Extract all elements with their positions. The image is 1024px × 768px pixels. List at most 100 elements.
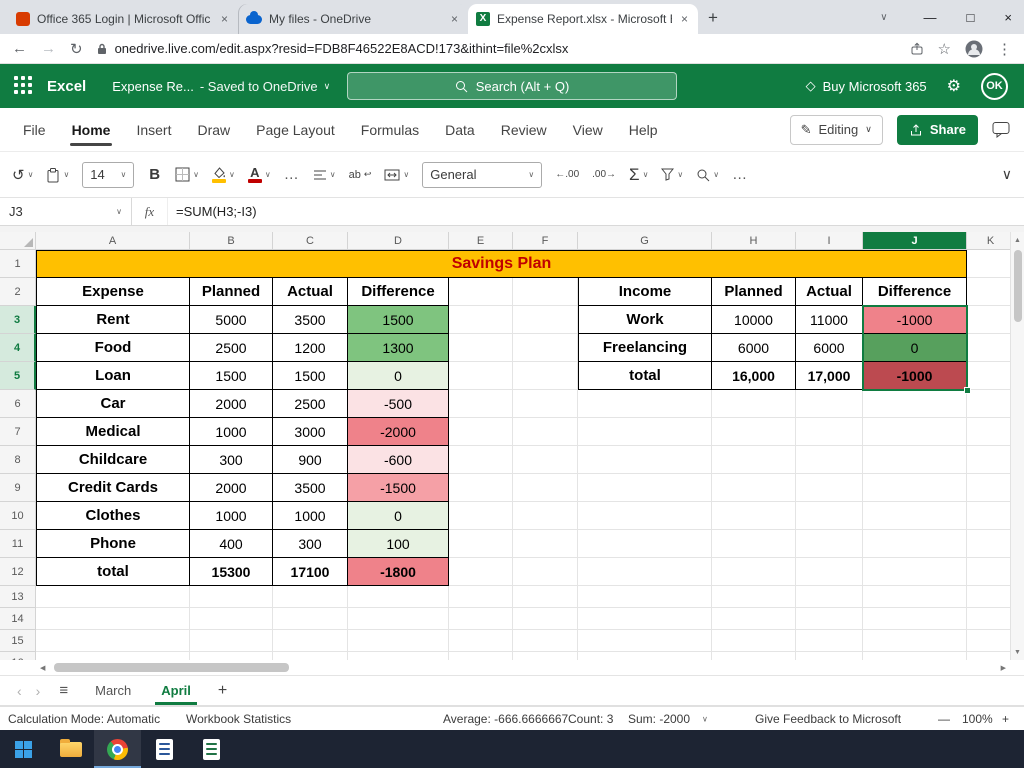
column-header-I[interactable]: I <box>796 232 863 250</box>
cell-D13[interactable] <box>348 586 449 608</box>
row-header-3[interactable]: 3 <box>0 306 36 334</box>
cell-E11[interactable] <box>449 530 513 558</box>
cell-G12[interactable] <box>578 558 712 586</box>
cell-B10[interactable]: 1000 <box>190 502 273 530</box>
row-header-16[interactable]: 16 <box>0 652 36 660</box>
paste-button[interactable]: ∨ <box>46 167 69 183</box>
cell-K14[interactable] <box>967 608 1015 630</box>
cell-K4[interactable] <box>967 334 1015 362</box>
cell-B8[interactable]: 300 <box>190 446 273 474</box>
borders-select[interactable]: ∨ <box>175 167 199 182</box>
cell-K8[interactable] <box>967 446 1015 474</box>
decrease-decimal-button[interactable]: ←.00 <box>555 169 579 180</box>
cell-A15[interactable] <box>36 630 190 652</box>
cell-E7[interactable] <box>449 418 513 446</box>
scroll-down-icon[interactable]: ▼ <box>1014 644 1021 660</box>
cell-H16[interactable] <box>712 652 796 660</box>
cell-J9[interactable] <box>863 474 967 502</box>
row-header-10[interactable]: 10 <box>0 502 36 530</box>
window-minimize-button[interactable]: — <box>924 10 937 25</box>
row-header-8[interactable]: 8 <box>0 446 36 474</box>
vertical-scrollbar[interactable]: ▲ ▼ <box>1010 232 1024 660</box>
column-header-H[interactable]: H <box>712 232 796 250</box>
cell-H13[interactable] <box>712 586 796 608</box>
cell-A16[interactable] <box>36 652 190 660</box>
menu-tab-review[interactable]: Review <box>488 108 560 151</box>
chrome-button[interactable] <box>94 730 141 768</box>
sheet-tab-april[interactable]: April <box>146 676 206 705</box>
ribbon-collapse-chevron[interactable]: ∨ <box>1002 166 1012 183</box>
cell-E8[interactable] <box>449 446 513 474</box>
cell-J12[interactable] <box>863 558 967 586</box>
account-avatar[interactable]: OK <box>981 72 1008 100</box>
start-button[interactable] <box>0 730 47 768</box>
cell-H6[interactable] <box>712 390 796 418</box>
url-box[interactable]: onedrive.live.com/edit.aspx?resid=FDB8F4… <box>97 41 896 56</box>
cell-G7[interactable] <box>578 418 712 446</box>
cell-K3[interactable] <box>967 306 1015 334</box>
cell-D6[interactable]: -500 <box>348 390 449 418</box>
cell-E6[interactable] <box>449 390 513 418</box>
cell-H3[interactable]: 10000 <box>712 306 796 334</box>
scroll-right-icon[interactable]: ▶ <box>1001 660 1006 675</box>
cell-D5[interactable]: 0 <box>348 362 449 390</box>
cell-B14[interactable] <box>190 608 273 630</box>
menu-tab-insert[interactable]: Insert <box>123 108 184 151</box>
cell-B4[interactable]: 2500 <box>190 334 273 362</box>
more-ribbon-commands[interactable]: … <box>732 166 748 183</box>
cell-K11[interactable] <box>967 530 1015 558</box>
cell-G6[interactable] <box>578 390 712 418</box>
cell-G14[interactable] <box>578 608 712 630</box>
cell-H11[interactable] <box>712 530 796 558</box>
font-size-select[interactable]: 14 ∨ <box>82 161 135 188</box>
cell-D8[interactable]: -600 <box>348 446 449 474</box>
cell-A12[interactable]: total <box>36 558 190 586</box>
cell-E12[interactable] <box>449 558 513 586</box>
browser-menu-icon[interactable]: ⋮ <box>997 40 1012 58</box>
word-button[interactable] <box>141 730 188 768</box>
cell-D11[interactable]: 100 <box>348 530 449 558</box>
menu-tab-help[interactable]: Help <box>616 108 671 151</box>
cell-D14[interactable] <box>348 608 449 630</box>
row-header-4[interactable]: 4 <box>0 334 36 362</box>
cell-D10[interactable]: 0 <box>348 502 449 530</box>
cell-K15[interactable] <box>967 630 1015 652</box>
cell-G5[interactable]: total <box>578 362 712 390</box>
cell-F2[interactable] <box>513 278 578 306</box>
cell-H8[interactable] <box>712 446 796 474</box>
cell-B15[interactable] <box>190 630 273 652</box>
cell-C13[interactable] <box>273 586 348 608</box>
cell-B5[interactable]: 1500 <box>190 362 273 390</box>
cell-C8[interactable]: 900 <box>273 446 348 474</box>
cell-H15[interactable] <box>712 630 796 652</box>
find-select[interactable]: ∨ <box>696 168 719 182</box>
calc-mode-button[interactable]: Calculation Mode: Automatic <box>8 712 160 726</box>
name-box[interactable]: J3 ∨ <box>0 198 132 225</box>
number-format-select[interactable]: General ∨ <box>422 161 543 188</box>
cell-I2[interactable]: Actual <box>796 278 863 306</box>
cell-H14[interactable] <box>712 608 796 630</box>
zoom-in-button[interactable]: + <box>1002 712 1009 726</box>
fx-button[interactable]: fx <box>132 198 168 225</box>
tab-close-icon[interactable]: × <box>449 12 460 26</box>
cell-A10[interactable]: Clothes <box>36 502 190 530</box>
cell-A8[interactable]: Childcare <box>36 446 190 474</box>
cell-A14[interactable] <box>36 608 190 630</box>
cell-I6[interactable] <box>796 390 863 418</box>
cell-J16[interactable] <box>863 652 967 660</box>
column-header-D[interactable]: D <box>348 232 449 250</box>
window-maximize-button[interactable]: □ <box>967 10 975 25</box>
cell-F4[interactable] <box>513 334 578 362</box>
cell-F9[interactable] <box>513 474 578 502</box>
column-header-B[interactable]: B <box>190 232 273 250</box>
cell-I13[interactable] <box>796 586 863 608</box>
cell-G2[interactable]: Income <box>578 278 712 306</box>
menu-tab-home[interactable]: Home <box>59 108 124 151</box>
share-page-icon[interactable] <box>910 42 924 56</box>
cell-K7[interactable] <box>967 418 1015 446</box>
cell-E14[interactable] <box>449 608 513 630</box>
cell-A7[interactable]: Medical <box>36 418 190 446</box>
cell-H12[interactable] <box>712 558 796 586</box>
cell-F14[interactable] <box>513 608 578 630</box>
row-header-2[interactable]: 2 <box>0 278 36 306</box>
